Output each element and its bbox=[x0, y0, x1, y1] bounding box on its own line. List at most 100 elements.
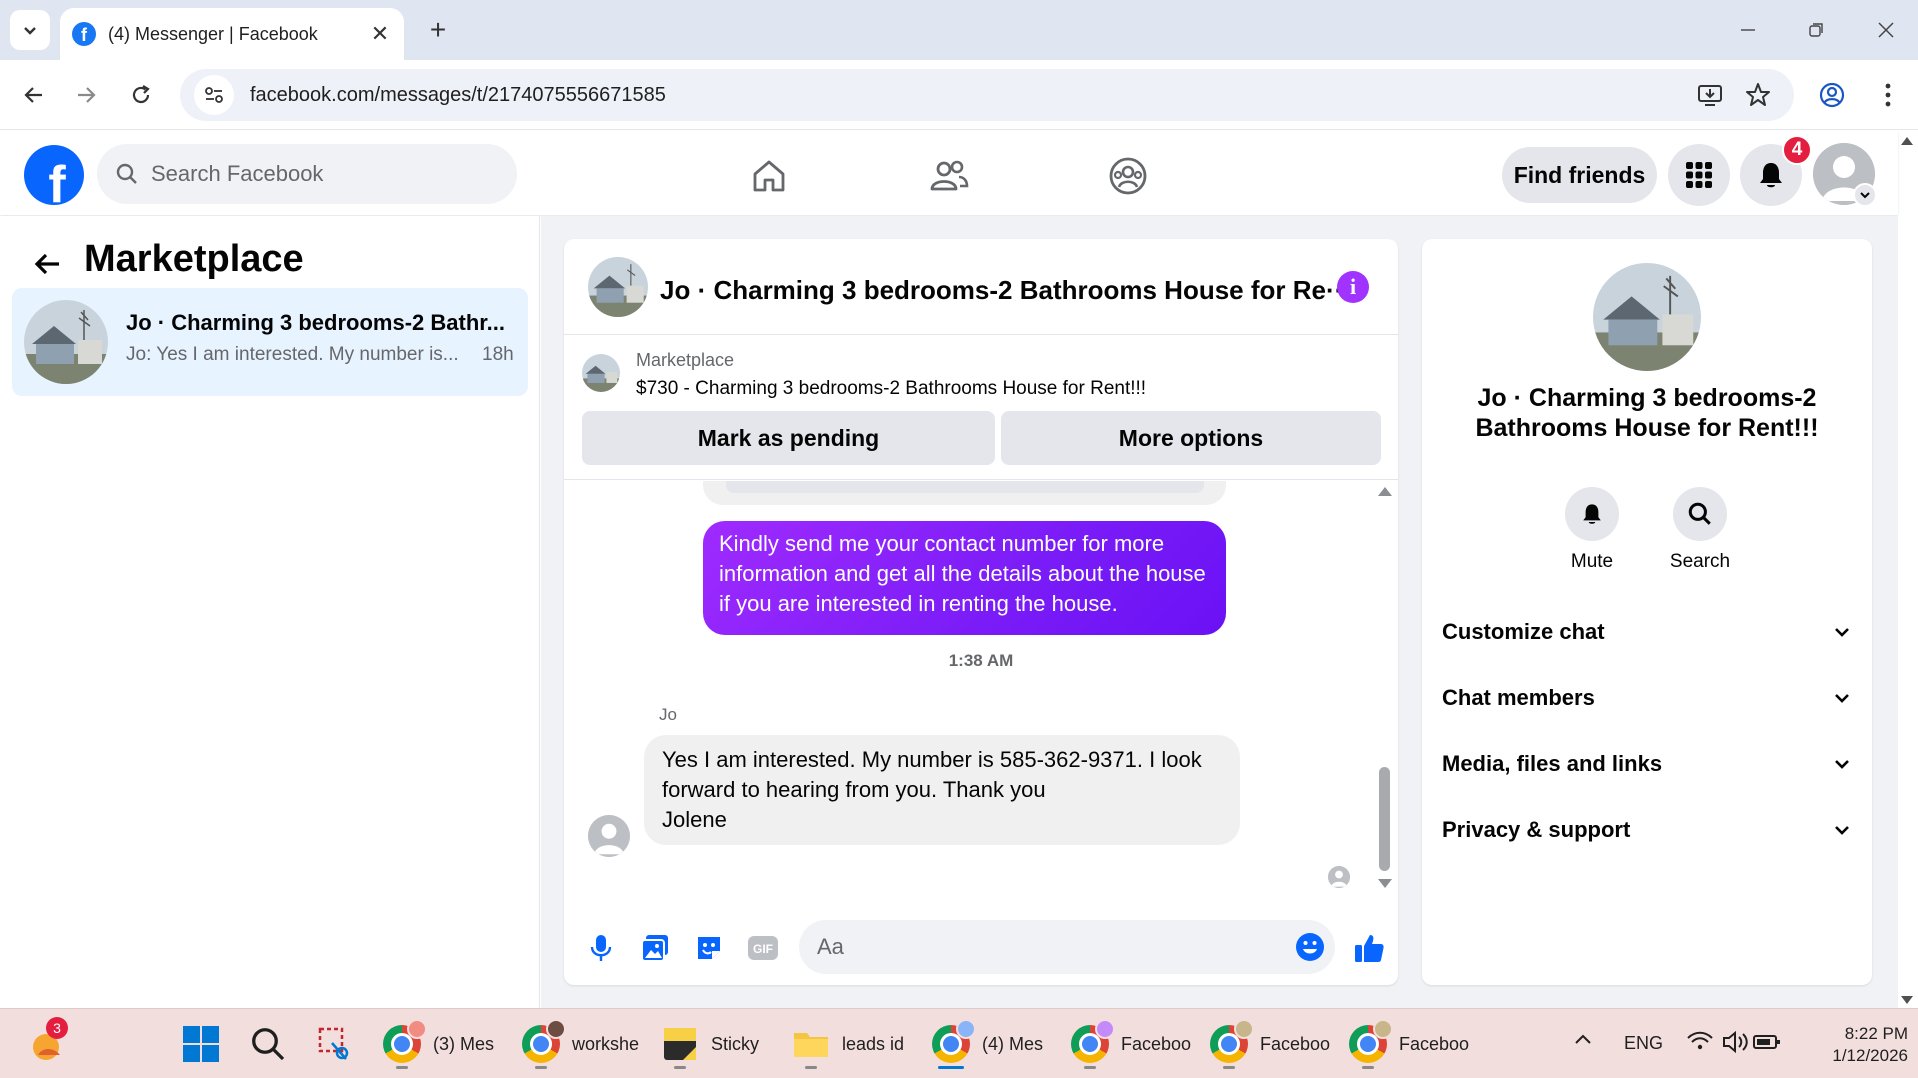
nav-groups[interactable] bbox=[1100, 148, 1156, 204]
system-clock[interactable]: 8:22 PM 1/12/2026 bbox=[1808, 1023, 1908, 1067]
panel-title: Marketplace bbox=[84, 238, 304, 280]
forward-button[interactable] bbox=[64, 73, 108, 117]
svg-text:GIF: GIF bbox=[753, 942, 773, 956]
profile-badge-icon bbox=[1095, 1019, 1115, 1039]
browser-profile-button[interactable] bbox=[1810, 73, 1854, 117]
gif-button[interactable]: GIF bbox=[744, 929, 782, 967]
menu-button[interactable] bbox=[1668, 144, 1730, 206]
close-window-button[interactable] bbox=[1862, 10, 1910, 50]
like-button[interactable] bbox=[1350, 929, 1388, 967]
taskbar-app[interactable]: (4) Mes bbox=[932, 1019, 1062, 1069]
conversation-item[interactable]: Jo · Charming 3 bedrooms-2 Bathr... Jo: … bbox=[12, 288, 528, 396]
install-app-button[interactable] bbox=[1688, 73, 1732, 117]
tab-close-icon[interactable]: ✕ bbox=[368, 21, 392, 47]
system-tray[interactable] bbox=[1686, 1029, 1782, 1060]
nav-friends[interactable] bbox=[921, 148, 977, 204]
emoji-icon[interactable] bbox=[1295, 932, 1325, 962]
minimize-button[interactable] bbox=[1724, 10, 1772, 50]
message-input[interactable] bbox=[817, 934, 1257, 960]
taskbar-app[interactable]: workshe bbox=[522, 1019, 652, 1069]
chevron-down-icon bbox=[1835, 628, 1849, 637]
snipping-tool-button[interactable] bbox=[316, 1019, 354, 1069]
taskbar-app[interactable]: Faceboo bbox=[1349, 1019, 1479, 1069]
sticker-button[interactable] bbox=[690, 929, 728, 967]
widget-badge: 3 bbox=[46, 1017, 68, 1039]
facebook-search-input[interactable] bbox=[151, 161, 491, 187]
message-composer: GIF bbox=[564, 911, 1398, 985]
mute-button[interactable] bbox=[1565, 487, 1619, 541]
taskbar-app[interactable]: (3) Mes bbox=[383, 1019, 513, 1069]
restore-button[interactable] bbox=[1792, 10, 1840, 50]
back-button[interactable] bbox=[12, 73, 56, 117]
taskbar-app-label: (4) Mes bbox=[982, 1033, 1044, 1054]
listing-source-label: Marketplace bbox=[636, 350, 735, 370]
mark-as-pending-button[interactable]: Mark as pending bbox=[582, 411, 995, 465]
attach-media-button[interactable] bbox=[636, 929, 674, 967]
taskbar-app-label: Faceboo bbox=[1399, 1033, 1470, 1054]
chat-scrollbar-thumb[interactable] bbox=[1379, 767, 1390, 871]
snipping-tool-icon bbox=[318, 1027, 349, 1060]
facebook-search[interactable] bbox=[97, 144, 517, 204]
chat-members-row[interactable]: Chat members bbox=[1442, 673, 1852, 723]
privacy-support-row[interactable]: Privacy & support bbox=[1442, 805, 1852, 855]
taskbar-app-label: leads id bbox=[842, 1033, 905, 1054]
taskbar-app[interactable]: Sticky bbox=[661, 1019, 791, 1069]
start-button[interactable] bbox=[182, 1019, 220, 1069]
voice-clip-button[interactable] bbox=[582, 929, 620, 967]
reload-button[interactable] bbox=[119, 73, 163, 117]
taskbar-search-button[interactable] bbox=[250, 1019, 286, 1069]
site-info-icon[interactable] bbox=[194, 75, 234, 115]
bookmark-button[interactable] bbox=[1736, 73, 1780, 117]
customize-chat-row[interactable]: Customize chat bbox=[1442, 607, 1852, 657]
install-icon bbox=[1698, 85, 1722, 106]
tab-search-button[interactable] bbox=[10, 10, 50, 50]
page-scroll-up-arrow[interactable] bbox=[1901, 137, 1913, 145]
mute-action[interactable]: Mute bbox=[1542, 487, 1642, 573]
new-tab-button[interactable]: + bbox=[420, 12, 456, 48]
search-icon bbox=[252, 1028, 285, 1061]
more-options-button[interactable]: More options bbox=[1001, 411, 1381, 465]
media-files-links-row[interactable]: Media, files and links bbox=[1442, 739, 1852, 789]
search-action[interactable]: Search bbox=[1650, 487, 1750, 573]
show-hidden-icons-button[interactable] bbox=[1572, 1029, 1594, 1056]
groups-icon bbox=[1109, 157, 1147, 195]
browser-menu-button[interactable] bbox=[1866, 73, 1910, 117]
chat-info-name: Jo · Charming 3 bedrooms-2 Bathrooms Hou… bbox=[1475, 384, 1819, 442]
facebook-favicon-icon: f bbox=[72, 22, 96, 46]
arrow-left-icon bbox=[24, 87, 42, 103]
widgets-button[interactable]: 3 bbox=[28, 1017, 68, 1069]
chat-header[interactable]: Jo · Charming 3 bedrooms-2 Bathrooms Hou… bbox=[564, 239, 1398, 335]
search-label: Search bbox=[1669, 551, 1731, 572]
chat-scroll-up-arrow[interactable] bbox=[1378, 487, 1392, 496]
section-label: Media, files and links bbox=[1442, 751, 1663, 776]
taskbar-app-label: workshe bbox=[572, 1033, 640, 1054]
search-in-chat-button[interactable] bbox=[1673, 487, 1727, 541]
browser-tabbar: f (4) Messenger | Facebook ✕ + bbox=[0, 0, 1918, 60]
message-input-wrapper[interactable] bbox=[799, 920, 1335, 974]
page-scroll-down-arrow[interactable] bbox=[1901, 996, 1913, 1004]
minimize-icon bbox=[1741, 29, 1755, 31]
taskbar-app[interactable]: leads id bbox=[792, 1019, 922, 1069]
taskbar-app[interactable]: Faceboo bbox=[1071, 1019, 1201, 1069]
browser-tab-messenger[interactable]: f (4) Messenger | Facebook ✕ bbox=[60, 8, 404, 60]
nav-home[interactable] bbox=[741, 148, 797, 204]
find-friends-button[interactable]: Find friends bbox=[1502, 147, 1657, 203]
chevron-down-icon bbox=[24, 27, 36, 35]
message-area[interactable]: Kindly send me your contact number for m… bbox=[564, 481, 1398, 901]
photo-icon bbox=[641, 935, 668, 962]
language-indicator[interactable]: ENG bbox=[1624, 1033, 1663, 1054]
friends-icon bbox=[930, 160, 969, 191]
listing-title[interactable]: $730 - Charming 3 bedrooms-2 Bathrooms H… bbox=[636, 378, 1146, 400]
chat-scroll-down-arrow[interactable] bbox=[1378, 879, 1392, 888]
microphone-icon bbox=[590, 935, 612, 961]
outgoing-message[interactable]: Kindly send me your contact number for m… bbox=[703, 521, 1226, 635]
info-icon[interactable]: i bbox=[1337, 271, 1369, 303]
facebook-logo-icon[interactable]: f bbox=[24, 145, 84, 205]
incoming-message[interactable]: Yes I am interested. My number is 585-36… bbox=[644, 735, 1240, 845]
bell-icon bbox=[1583, 504, 1601, 524]
default-avatar-icon bbox=[588, 815, 630, 857]
taskbar-app[interactable]: Faceboo bbox=[1210, 1019, 1340, 1069]
address-bar[interactable]: facebook.com/messages/t/2174075556671585 bbox=[180, 69, 1794, 121]
account-chevron[interactable] bbox=[1853, 183, 1877, 207]
back-arrow-button[interactable] bbox=[28, 244, 68, 284]
